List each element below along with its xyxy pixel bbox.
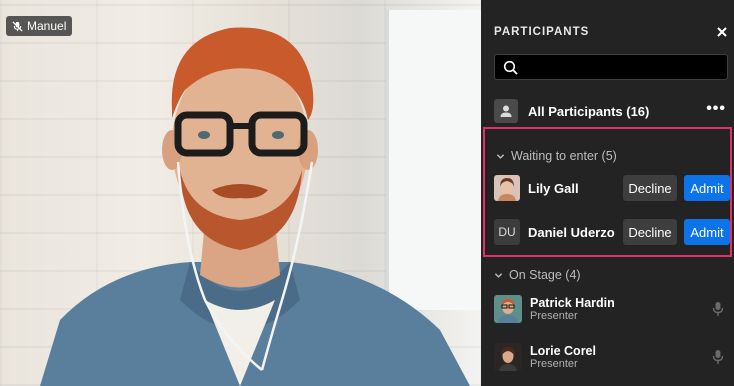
search-input[interactable] <box>525 57 724 79</box>
all-participants-label: All Participants (16) <box>528 103 650 119</box>
waiting-person-row: Lily Gall <box>494 175 579 201</box>
microphone-icon[interactable] <box>712 301 724 317</box>
panel-title: PARTICIPANTS <box>494 26 590 38</box>
waiting-person-name: Lily Gall <box>528 180 579 196</box>
decline-button[interactable]: Decline <box>623 175 677 201</box>
video-feed: Manuel <box>0 0 481 386</box>
avatar <box>494 343 522 371</box>
search-icon <box>503 60 518 75</box>
all-participants-row[interactable]: All Participants (16) ••• <box>494 98 730 124</box>
admit-button[interactable]: Admit <box>684 175 730 201</box>
speaker-video-image <box>40 27 470 386</box>
search-box <box>494 54 728 80</box>
more-options-button[interactable]: ••• <box>706 101 726 117</box>
stage-person-role: Presenter <box>530 309 578 322</box>
stage-person-row: Patrick Hardin Presenter <box>494 295 730 323</box>
waiting-label: Waiting to enter (5) <box>511 149 617 163</box>
waiting-section: Waiting to enter (5) Lily Gall Decline A… <box>483 127 732 257</box>
avatar <box>494 295 522 323</box>
stage-person-row: Lorie Corel Presenter <box>494 343 730 371</box>
microphone-icon[interactable] <box>712 349 724 365</box>
chevron-down-icon <box>496 153 505 159</box>
on-stage-section-header[interactable]: On Stage (4) <box>494 268 581 282</box>
decline-button[interactable]: Decline <box>623 219 677 245</box>
speaker-name: Manuel <box>27 19 67 33</box>
waiting-section-header[interactable]: Waiting to enter (5) <box>496 149 617 163</box>
stage-person-role: Presenter <box>530 357 578 370</box>
chevron-down-icon <box>494 272 503 278</box>
admit-button[interactable]: Admit <box>684 219 730 245</box>
on-stage-label: On Stage (4) <box>509 268 581 282</box>
waiting-person-name: Daniel Uderzo <box>528 224 615 240</box>
stage-person-name: Patrick Hardin <box>530 295 615 310</box>
avatar <box>494 175 520 201</box>
waiting-person-row: DU Daniel Uderzo <box>494 219 615 245</box>
mic-off-icon <box>12 20 23 32</box>
participants-panel: PARTICIPANTS All Participants (16) ••• W… <box>481 0 734 386</box>
user-icon <box>494 99 518 123</box>
close-icon[interactable] <box>714 24 730 40</box>
speaker-name-tag: Manuel <box>6 16 73 36</box>
stage-person-name: Lorie Corel <box>530 343 596 358</box>
initials-avatar: DU <box>494 219 520 245</box>
